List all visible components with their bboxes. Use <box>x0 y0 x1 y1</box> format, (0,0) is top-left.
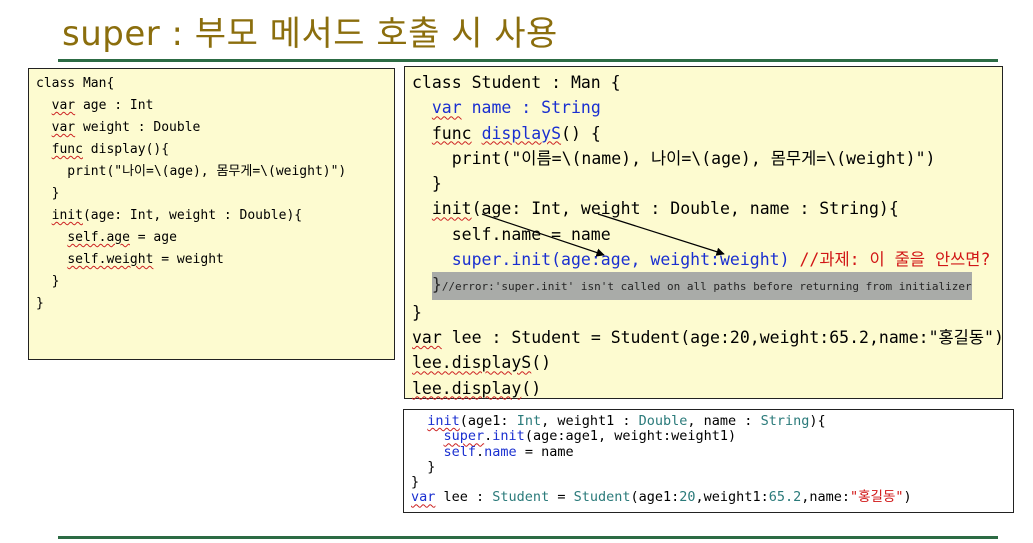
code-line: } <box>411 458 436 475</box>
code-box-alt-init: init(age1: Int, weight1 : Double, name :… <box>403 409 1014 513</box>
error-highlight: }//error:'super.init' isn't called on al… <box>431 272 972 300</box>
assignment-comment: //과제: 이 줄을 안쓰면? <box>789 250 991 270</box>
code-alt-init: init(age1: Int, weight1 : Double, name :… <box>411 413 912 506</box>
error-message: //error:'super.init' isn't called on all… <box>441 280 972 294</box>
code-line: self.name = name <box>443 443 574 460</box>
code-line: } <box>36 296 44 311</box>
code-line: class Man{ <box>36 76 115 91</box>
code-man: class Man{ var age : Int var weight : Do… <box>36 73 346 315</box>
code-line: } <box>36 274 60 289</box>
code-line: } <box>36 186 60 201</box>
code-line: } <box>411 474 420 491</box>
code-line: func display(){ <box>51 142 170 157</box>
code-line: var weight : Double <box>51 120 201 135</box>
code-line: super.init(age:age1, weight:weight1) <box>443 428 737 445</box>
code-line: init(age1: Int, weight1 : Double, name :… <box>427 413 826 429</box>
bottom-divider <box>58 536 998 539</box>
code-line: lee.display() <box>412 378 542 398</box>
code-line: print("나이=\(age), 몸무게=\(weight)") <box>36 164 347 179</box>
code-line: var lee : Student = Student(age:20,weigh… <box>412 327 1004 347</box>
code-line: lee.displayS() <box>412 353 552 373</box>
code-line: init(age: Int, weight : Double){ <box>51 208 303 223</box>
code-line: } <box>412 174 442 194</box>
code-line: var name : String <box>431 98 601 118</box>
code-line: self.name = name <box>412 224 611 244</box>
code-line: }//error:'super.init' isn't called on al… <box>412 272 1004 300</box>
page-title: super : 부모 메서드 호출 시 사용 <box>62 14 558 54</box>
code-box-student: class Student : Man { var name : String … <box>404 66 1004 401</box>
code-line: } <box>412 302 422 322</box>
code-line: var age : Int <box>51 98 154 113</box>
code-line: var lee : Student = Student(age1:20,weig… <box>411 489 912 506</box>
code-line: init(age: Int, weight : Double, name : S… <box>431 199 899 219</box>
super-init-call: super.init(age:age, weight:weight) <box>451 250 790 270</box>
code-line: func displayS() { <box>431 123 601 143</box>
code-line: class Student : Man { <box>412 73 621 92</box>
code-line: super.init(age:age, weight:weight) //과제:… <box>412 247 1004 272</box>
code-line: print("이름=\(name), 나이=\(age), 몸무게=\(weig… <box>412 148 936 168</box>
top-divider <box>58 59 998 62</box>
code-student: class Student : Man { var name : String … <box>412 70 1004 401</box>
code-box-man: class Man{ var age : Int var weight : Do… <box>28 68 395 360</box>
code-line: self.age = age <box>67 230 177 245</box>
code-line: self.weight = weight <box>67 252 224 267</box>
